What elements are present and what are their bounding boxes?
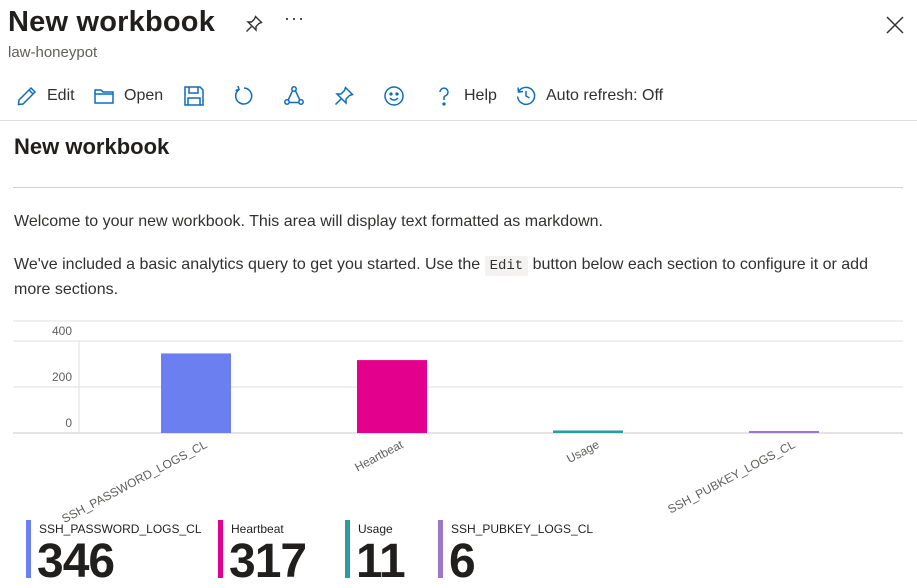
help-button[interactable]: Help xyxy=(433,80,497,112)
open-label: Open xyxy=(124,87,164,104)
pin-icon[interactable] xyxy=(244,14,264,34)
edit-button[interactable]: Edit xyxy=(16,80,75,112)
share-icon xyxy=(284,86,304,105)
welcome-paragraph: Welcome to your new workbook. This area … xyxy=(14,213,603,230)
more-options-button[interactable]: ··· xyxy=(284,8,305,29)
close-icon xyxy=(886,16,904,34)
folder-open-icon xyxy=(94,89,114,104)
tile-list: SSH_PASSWORD_LOGS_CL 346 Heartbeat 317 Usage… xyxy=(0,518,917,588)
x-tick-label: Usage xyxy=(564,437,601,466)
open-button[interactable]: Open xyxy=(93,80,163,112)
tile-color-bar xyxy=(345,520,350,578)
section-heading: New workbook xyxy=(14,134,170,159)
tile-color-bar xyxy=(218,520,223,578)
bar-usage xyxy=(553,430,623,433)
instructions-paragraph: We've included a basic analytics query t… xyxy=(14,253,904,301)
pencil-icon xyxy=(17,86,37,106)
bar-ssh-password-logs-cl xyxy=(161,353,231,433)
bar-chart: 0 200 400 SSH_PASSWORD_LOGS_CL Heartbeat Usag… xyxy=(13,320,903,526)
smiley-icon xyxy=(384,86,404,106)
tile-color-bar xyxy=(26,520,31,578)
question-mark-icon xyxy=(439,87,449,106)
tile-value: 346 xyxy=(37,535,115,588)
refresh-icon xyxy=(234,85,253,105)
y-tick-label: 200 xyxy=(52,370,72,384)
tile-color-bar xyxy=(438,520,443,578)
tile-value: 6 xyxy=(449,535,476,588)
title-bar: New workbook law-honeypot ··· xyxy=(8,4,917,64)
y-tick-label: 0 xyxy=(65,416,72,430)
feedback-button[interactable] xyxy=(383,80,405,112)
pin-button[interactable] xyxy=(333,80,355,112)
save-button[interactable] xyxy=(183,80,205,112)
share-button[interactable] xyxy=(283,80,305,112)
bar-ssh-pubkey-logs-cl xyxy=(749,431,819,433)
x-tick-label: SSH_PUBKEY_LOGS_CL xyxy=(665,437,797,516)
toolbar: Edit Open Help Auto refresh: Off xyxy=(8,80,917,112)
x-tick-label: Heartbeat xyxy=(352,437,406,474)
x-tick-label: SSH_PASSWORD_LOGS_CL xyxy=(59,437,209,526)
page-title: New workbook xyxy=(8,6,216,38)
auto-refresh-button[interactable]: Auto refresh: Off xyxy=(515,80,663,112)
auto-refresh-label: Auto refresh: Off xyxy=(546,87,664,104)
y-tick-label: 400 xyxy=(52,324,72,338)
toolbar-divider xyxy=(0,120,917,121)
edit-label: Edit xyxy=(47,87,75,104)
inline-code-edit: Edit xyxy=(484,256,529,276)
history-icon xyxy=(516,86,536,106)
save-icon xyxy=(184,86,204,106)
bar-heartbeat xyxy=(357,360,427,433)
close-button[interactable] xyxy=(884,14,906,36)
instructions-text-start: We've included a basic analytics query t… xyxy=(14,256,485,273)
heading-rule xyxy=(13,187,903,188)
help-label: Help xyxy=(464,87,497,104)
page-subtitle: law-honeypot xyxy=(8,44,98,61)
tile-value: 317 xyxy=(229,535,307,588)
bar-chart-svg: 0 200 400 SSH_PASSWORD_LOGS_CL Heartbeat Usag… xyxy=(13,320,903,526)
pin-icon xyxy=(334,86,354,106)
refresh-button[interactable] xyxy=(233,80,255,112)
tile-value: 11 xyxy=(356,535,406,588)
